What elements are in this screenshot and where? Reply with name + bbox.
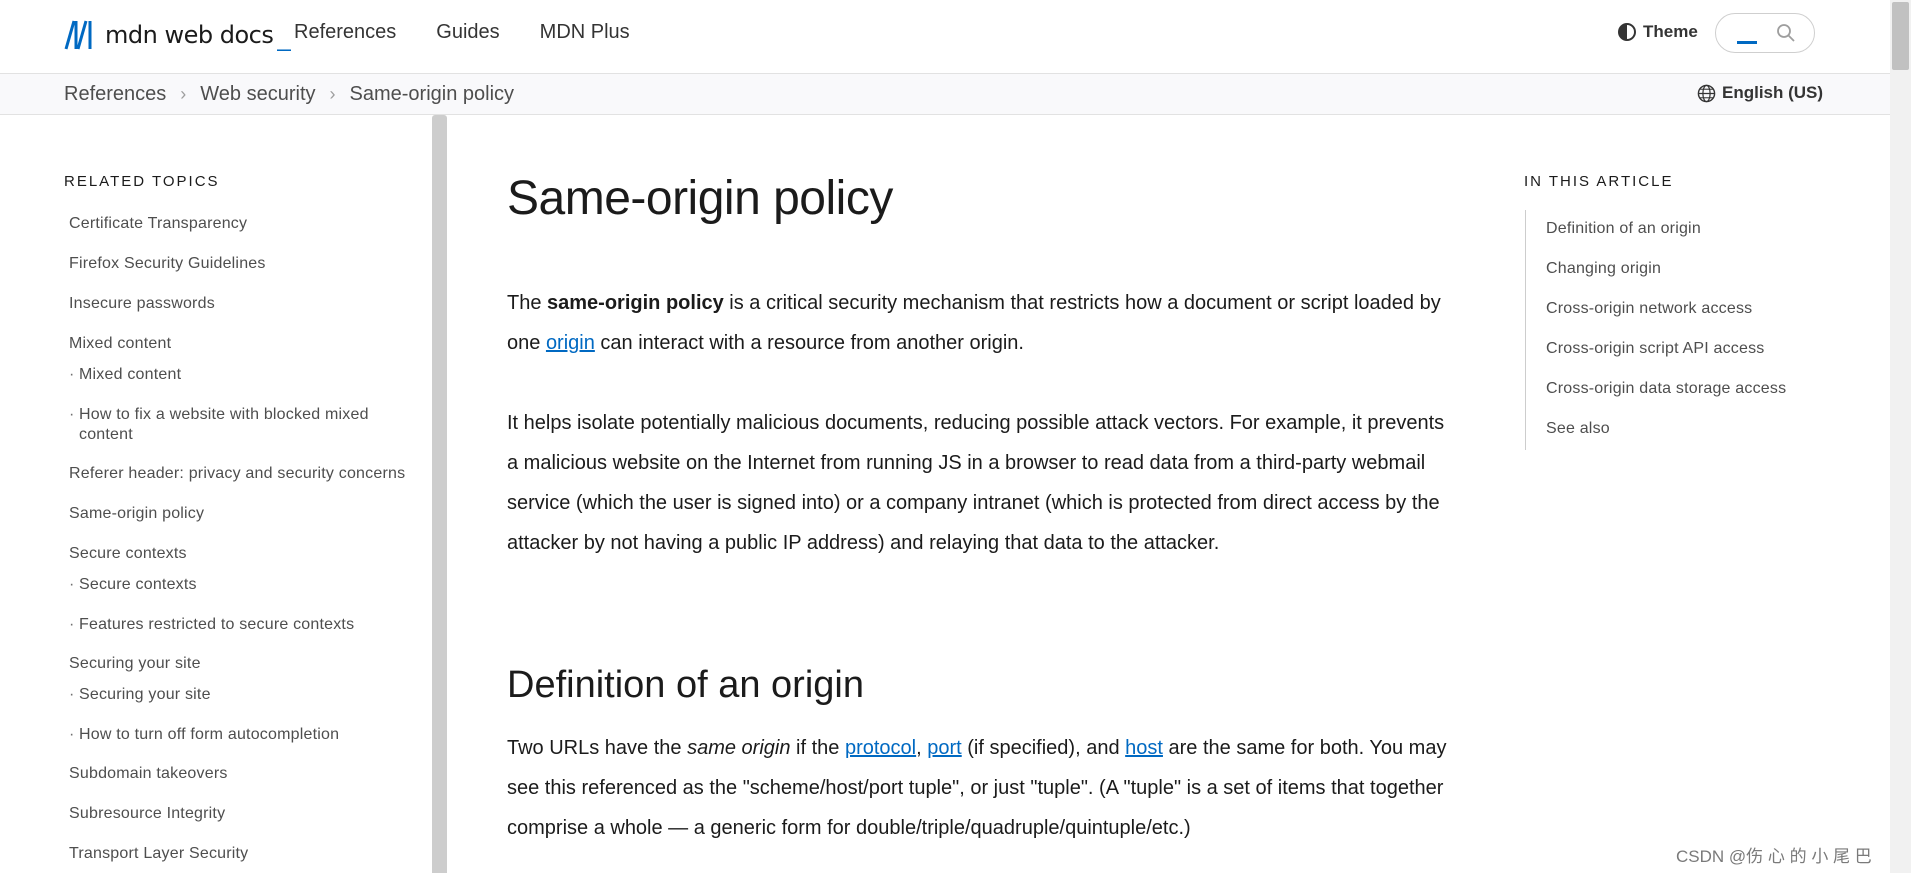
- sidebar-item-insecure-passwords[interactable]: Insecure passwords: [69, 295, 215, 313]
- search-icon[interactable]: [1776, 23, 1796, 43]
- bullet: ·: [69, 366, 75, 383]
- sidebar: RELATED TOPICS Certificate Transparency …: [0, 115, 432, 873]
- text: The: [507, 292, 548, 314]
- definition-paragraph: Two URLs have the same origin if the pro…: [507, 728, 1459, 848]
- sidebar-subitem-fix-blocked-mixed-content[interactable]: · How to fix a website with blocked mixed…: [69, 405, 409, 445]
- sidebar-scrollbar[interactable]: [432, 115, 447, 873]
- text: ,: [916, 737, 928, 759]
- text: (if specified), and: [961, 737, 1126, 759]
- text: if the: [790, 737, 845, 759]
- sidebar-item-firefox-security-guidelines[interactable]: Firefox Security Guidelines: [69, 255, 266, 273]
- bullet: ·: [69, 726, 75, 743]
- theme-label: Theme: [1643, 22, 1698, 41]
- breadcrumb-references[interactable]: References: [64, 83, 166, 106]
- search-input[interactable]: [1715, 13, 1815, 53]
- port-link[interactable]: port: [927, 737, 961, 759]
- language-label: English (US): [1722, 83, 1824, 102]
- text: can interact with a resource from anothe…: [594, 332, 1024, 354]
- sidebar-subitem-label: Securing your site: [79, 686, 211, 703]
- logo-text: mdn web docs: [105, 21, 274, 49]
- theme-button[interactable]: Theme: [1617, 22, 1698, 42]
- language-switcher[interactable]: English (US): [1697, 83, 1823, 103]
- breadcrumb-same-origin-policy[interactable]: Same-origin policy: [350, 83, 515, 106]
- page-scrollbar-thumb[interactable]: [1892, 2, 1909, 70]
- toc-item-see-also[interactable]: See also: [1546, 420, 1610, 438]
- sidebar-item-transport-layer-security[interactable]: Transport Layer Security: [69, 845, 248, 863]
- bullet: ·: [69, 576, 75, 593]
- same-origin-policy-term: same-origin policy: [547, 292, 724, 314]
- toc-item-cross-origin-script-api-access[interactable]: Cross-origin script API access: [1546, 340, 1765, 358]
- globe-icon: [1697, 84, 1716, 102]
- sidebar-subitem-label: Features restricted to secure contexts: [79, 616, 355, 633]
- sidebar-item-subdomain-takeovers[interactable]: Subdomain takeovers: [69, 765, 228, 783]
- chevron-right-icon: ›: [329, 84, 336, 104]
- mdn-logo-icon: [64, 20, 92, 50]
- chevron-right-icon: ›: [180, 84, 187, 104]
- section-heading-definition-of-an-origin: Definition of an origin: [507, 664, 864, 706]
- toc-item-definition-of-an-origin[interactable]: Definition of an origin: [1546, 220, 1701, 238]
- contrast-icon: [1618, 23, 1636, 41]
- attack-vectors-paragraph: It helps isolate potentially malicious d…: [507, 412, 1445, 554]
- sidebar-subitem-label: How to fix a website with blocked mixed …: [79, 406, 369, 443]
- nav-mdn-plus[interactable]: MDN Plus: [540, 21, 630, 44]
- sidebar-item-securing-your-site[interactable]: Securing your site: [69, 655, 201, 673]
- sidebar-item-secure-contexts[interactable]: Secure contexts: [69, 545, 187, 563]
- main-menu: References Guides MDN Plus: [294, 21, 630, 44]
- sidebar-item-same-origin-policy[interactable]: Same-origin policy: [69, 505, 204, 523]
- nav-references[interactable]: References: [294, 21, 396, 44]
- toc-item-cross-origin-network-access[interactable]: Cross-origin network access: [1546, 300, 1752, 318]
- sidebar-subitem-turn-off-autocompletion[interactable]: · How to turn off form autocompletion: [69, 725, 340, 745]
- sidebar-item-subresource-integrity[interactable]: Subresource Integrity: [69, 805, 225, 823]
- toc-divider: [1525, 210, 1526, 450]
- logo-underscore: _: [277, 25, 291, 52]
- sidebar-subitem-label: Mixed content: [79, 366, 182, 383]
- text: Two URLs have the: [507, 737, 688, 759]
- sidebar-subitem-label: How to turn off form autocompletion: [79, 726, 340, 743]
- same-origin-emphasis: same origin: [687, 737, 791, 759]
- sidebar-subitem-label: Secure contexts: [79, 576, 197, 593]
- sidebar-subitem-securing-your-site[interactable]: · Securing your site: [69, 685, 211, 705]
- bullet: ·: [69, 406, 75, 423]
- toc-item-changing-origin[interactable]: Changing origin: [1546, 260, 1661, 278]
- sidebar-item-mixed-content[interactable]: Mixed content: [69, 335, 171, 353]
- toc-item-cross-origin-data-storage-access[interactable]: Cross-origin data storage access: [1546, 380, 1786, 398]
- sidebar-subitem-secure-contexts[interactable]: · Secure contexts: [69, 575, 197, 595]
- toc-heading: IN THIS ARTICLE: [1524, 173, 1674, 190]
- sidebar-item-referer-header[interactable]: Referer header: privacy and security con…: [69, 465, 405, 483]
- page-title: Same-origin policy: [507, 172, 893, 225]
- bullet: ·: [69, 616, 75, 633]
- sidebar-item-certificate-transparency[interactable]: Certificate Transparency: [69, 215, 247, 233]
- host-link[interactable]: host: [1125, 737, 1163, 759]
- nav-guides[interactable]: Guides: [436, 21, 499, 44]
- breadcrumb-bar: References › Web security › Same-origin …: [0, 74, 1890, 115]
- protocol-link[interactable]: protocol: [845, 737, 916, 759]
- origin-link[interactable]: origin: [546, 332, 595, 354]
- breadcrumb-web-security[interactable]: Web security: [200, 83, 315, 106]
- page-scrollbar-track[interactable]: [1890, 0, 1911, 873]
- mdn-logo[interactable]: mdn web docs _: [63, 18, 291, 52]
- top-navigation: mdn web docs _ References Guides MDN Plu…: [0, 0, 1890, 74]
- sidebar-subitem-mixed-content[interactable]: · Mixed content: [69, 365, 182, 385]
- sidebar-heading: RELATED TOPICS: [64, 173, 220, 190]
- search-caret: [1737, 41, 1757, 44]
- csdn-watermark: CSDN @伤 心 的 小 尾 巴: [1676, 847, 1872, 866]
- sidebar-subitem-features-restricted[interactable]: · Features restricted to secure contexts: [69, 615, 355, 635]
- bullet: ·: [69, 686, 75, 703]
- intro-paragraph: The same-origin policy is a critical sec…: [507, 283, 1459, 363]
- breadcrumb: References › Web security › Same-origin …: [64, 83, 514, 106]
